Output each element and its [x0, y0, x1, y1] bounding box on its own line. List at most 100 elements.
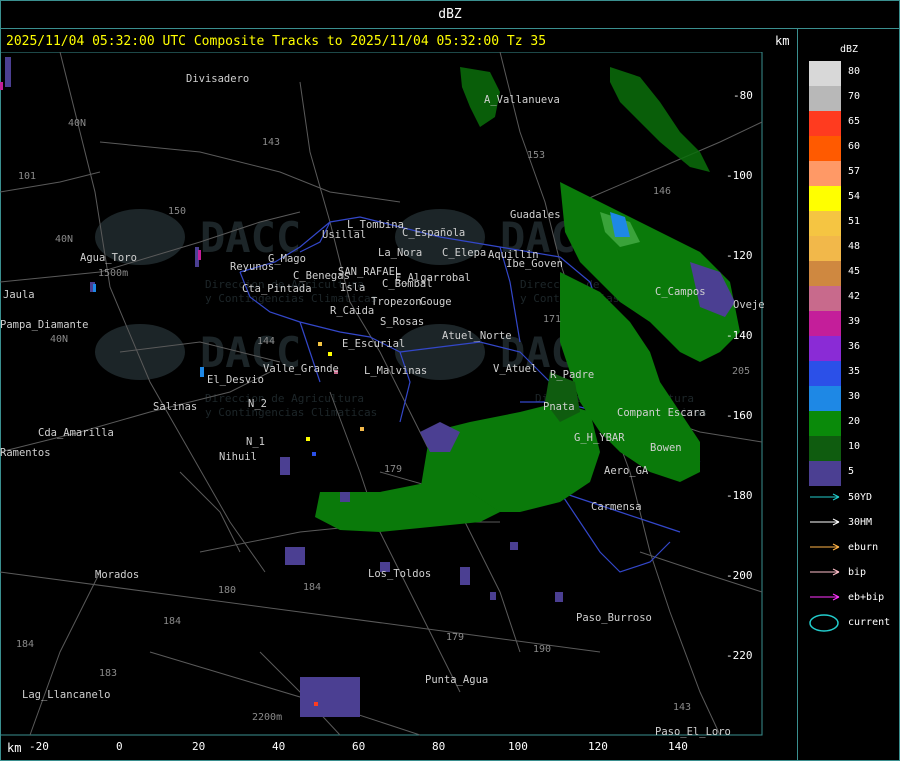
place-label: Divisadero [186, 73, 249, 85]
legend-label-48: 48 [848, 241, 861, 252]
place-label: Tropezon [371, 296, 422, 308]
place-label: Compant Escara [617, 407, 706, 419]
place-label: Nihuil [219, 451, 257, 463]
y-tick-5: -180 [726, 489, 753, 502]
place-label: E_Escurial [342, 338, 405, 350]
echo-northeast-band [460, 67, 710, 172]
track-label-50yd: 50YD [848, 492, 873, 503]
route-label: 101 [18, 171, 36, 182]
track-label-bip: bip [848, 567, 867, 578]
route-label: 184 [303, 582, 321, 593]
current-storm-ellipse-icon [809, 614, 839, 632]
x-tick-1: 0 [116, 740, 123, 753]
place-label: G_H_YBAR [574, 432, 625, 444]
route-label: 153 [527, 150, 545, 161]
route-label: 146 [653, 186, 671, 197]
y-tick-2: -120 [726, 249, 753, 262]
track-arrow-30hm-icon [810, 518, 840, 526]
x-tick-6: 100 [508, 740, 528, 753]
legend-swatch-10 [809, 436, 841, 461]
place-label: N_1 [246, 436, 265, 448]
legend-label-51: 51 [848, 216, 861, 227]
place-label: V_Atuel [493, 363, 537, 375]
place-label: C_Elepa [442, 247, 486, 259]
route-label: 190 [533, 644, 551, 655]
legend-label-65: 65 [848, 116, 861, 127]
place-label: Pampa_Diamante [0, 319, 89, 331]
km-label-top: km [775, 34, 790, 48]
y-tick-4: -160 [726, 409, 753, 422]
legend-label-35: 35 [848, 366, 861, 377]
echo-scattered-cells [5, 57, 563, 717]
place-label: N_2 [248, 398, 267, 410]
legend-label-42: 42 [848, 291, 861, 302]
x-tick-5: 80 [432, 740, 445, 753]
x-tick-0: -20 [29, 740, 49, 753]
place-label: Isla [340, 282, 365, 294]
place-label: Bowen [650, 442, 682, 454]
route-label: 184 [16, 639, 34, 650]
legend-label-39: 39 [848, 316, 861, 327]
route-label: 183 [99, 668, 117, 679]
legend-label-54: 54 [848, 191, 861, 202]
place-label: Agua_Toro [80, 252, 137, 264]
route-label: 40N [50, 334, 68, 345]
route-label: 40N [55, 234, 73, 245]
place-label: S_Rosas [380, 316, 424, 328]
route-label: 144 [257, 336, 275, 347]
place-label: A_Vallanueva [484, 94, 560, 106]
x-tick-8: 140 [668, 740, 688, 753]
legend-label-36: 36 [848, 341, 861, 352]
legend-swatch-45 [809, 261, 841, 286]
legend-swatch-65 [809, 111, 841, 136]
legend-label-80: 80 [848, 66, 861, 77]
place-label: Carmensa [591, 501, 642, 513]
track-label-current: current [848, 617, 891, 628]
route-label: 143 [262, 137, 280, 148]
legend-swatch-36 [809, 336, 841, 361]
place-label: Paso_El_Loro [655, 726, 731, 738]
place-label: Lag_Llancanelo [22, 689, 111, 701]
place-label: Morados [95, 569, 139, 581]
place-label: SAN_RAFAEL [338, 266, 401, 278]
legend-swatch-42 [809, 286, 841, 311]
legend-swatch-70 [809, 86, 841, 111]
track-arrow-eburn-icon [810, 543, 840, 551]
legend-swatch-51 [809, 211, 841, 236]
legend-swatch-35 [809, 361, 841, 386]
track-legend [809, 493, 840, 632]
place-label: R_Caida [330, 305, 374, 317]
track-arrow-ebbip-icon [810, 593, 840, 601]
route-label: 143 [673, 702, 691, 713]
track-label-eburn: eburn [848, 542, 879, 553]
route-label: 150 [168, 206, 186, 217]
y-tick-7: -220 [726, 649, 753, 662]
x-tick-3: 40 [272, 740, 285, 753]
place-label: Cta_Pintada [242, 283, 312, 295]
header-timestamp: 2025/11/04 05:32:00 UTC Composite Tracks… [6, 34, 547, 49]
legend-label-10: 10 [848, 441, 861, 452]
route-label: 179 [446, 632, 464, 643]
place-label: Oveje [733, 299, 765, 311]
place-label: L_Malvinas [364, 365, 427, 377]
legend-swatch-30 [809, 386, 841, 411]
y-tick-3: -140 [726, 329, 753, 342]
legend-swatch-20 [809, 411, 841, 436]
place-label: Gouge [420, 296, 452, 308]
place-label: Salinas [153, 401, 197, 413]
place-label: Cda_Amarilla [38, 427, 114, 439]
route-label: 2200m [252, 712, 282, 723]
legend-title: dBZ [840, 44, 859, 55]
radar-map[interactable]: DACC Direccion de Agricultura y Continge… [0, 52, 797, 761]
legend-label-20: 20 [848, 416, 861, 427]
route-label: 184 [163, 616, 181, 627]
legend-label-57: 57 [848, 166, 861, 177]
place-label: Los_Toldos [368, 568, 431, 580]
place-label: Guadales [510, 209, 561, 221]
place-label: Valle_Grande [263, 363, 339, 375]
track-label-ebbip: eb+bip [848, 592, 885, 603]
route-label: 171 [543, 314, 561, 325]
x-tick-7: 120 [588, 740, 608, 753]
legend-swatch-39 [809, 311, 841, 336]
x-axis-ticks: -20 0 20 40 60 80 100 120 140 [29, 740, 688, 753]
